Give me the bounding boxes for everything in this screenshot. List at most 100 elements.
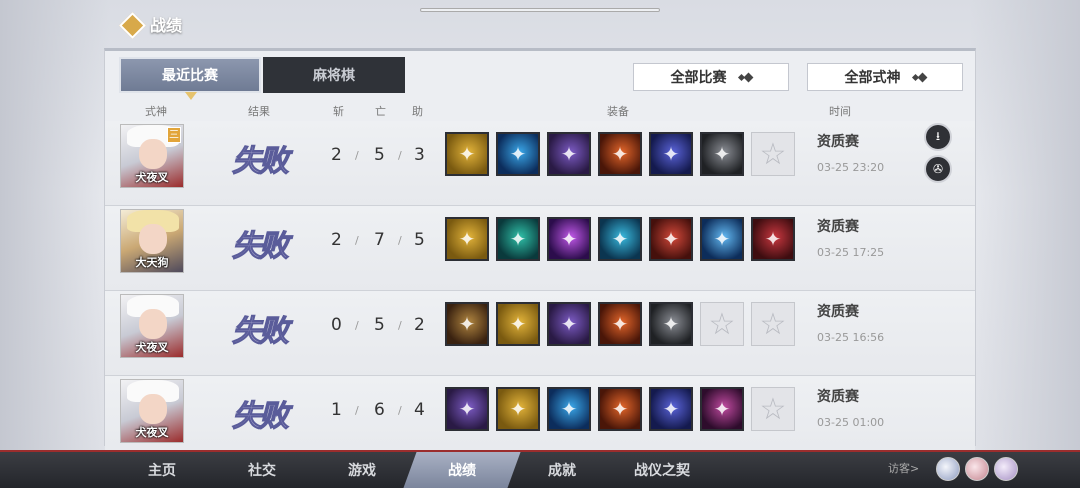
- equipment-icon: ✦: [458, 227, 476, 251]
- equipment-item[interactable]: ✦: [496, 217, 540, 261]
- nav-item-label: 主页: [148, 463, 176, 479]
- match-type: 资质赛: [817, 219, 859, 235]
- col-result: 结果: [248, 105, 270, 118]
- shikigami-name: 犬夜叉: [135, 341, 169, 354]
- shikigami-avatar[interactable]: 犬夜叉: [120, 379, 184, 443]
- match-row[interactable]: 犬夜叉 失败 1 / 6 / 4 ✦ ✦ ✦ ✦ ✦ ✦ ☆ 资质赛 03-25 01:00: [105, 376, 975, 461]
- equipment-slot-empty: ☆: [751, 132, 795, 176]
- equipment-item[interactable]: ✦: [547, 217, 591, 261]
- equipment-icon: ✦: [662, 142, 680, 166]
- match-filter-dropdown[interactable]: 全部比赛: [633, 63, 789, 91]
- shikigami-name: 犬夜叉: [135, 426, 169, 439]
- match-type: 资质赛: [817, 389, 859, 405]
- background-left-decoration: [0, 0, 110, 450]
- tab-mahjong[interactable]: 麻将棋: [263, 57, 405, 93]
- shikigami-avatar[interactable]: 大天狗: [120, 209, 184, 273]
- visitor-avatar[interactable]: [936, 457, 960, 481]
- shikigami-filter-label: 全部式神: [844, 70, 901, 86]
- equipment-item[interactable]: ✦: [496, 387, 540, 431]
- col-deaths: 亡: [375, 105, 386, 118]
- equipment-icon: ✦: [560, 397, 578, 421]
- kills-count: 2: [331, 230, 342, 250]
- equipment-item[interactable]: ✦: [445, 302, 489, 346]
- match-list: 三 犬夜叉 失败 2 / 5 / 3 ✦ ✦ ✦ ✦ ✦ ✦ ☆ 资质赛 03-25 23:…: [105, 121, 975, 461]
- equipment-item[interactable]: ✦: [547, 302, 591, 346]
- equipment-item[interactable]: ✦: [700, 217, 744, 261]
- equipment-item[interactable]: ✦: [547, 132, 591, 176]
- equipment-item[interactable]: ✦: [547, 387, 591, 431]
- equipment-item[interactable]: ✦: [496, 302, 540, 346]
- dropdown-arrow-icon: [911, 72, 927, 82]
- equipment-item[interactable]: ✦: [598, 132, 642, 176]
- tab-recent-matches[interactable]: 最近比赛: [119, 57, 261, 100]
- deaths-count: 5: [374, 145, 385, 165]
- equipment-icon: ✦: [713, 397, 731, 421]
- equipment-item[interactable]: ✦: [445, 132, 489, 176]
- kda-separator: /: [398, 234, 402, 247]
- equipment-list: ✦ ✦ ✦ ✦ ✦ ✦ ✦: [445, 217, 795, 261]
- replay-button[interactable]: ✇: [924, 155, 952, 183]
- nav-item-label: 战绩: [448, 463, 476, 479]
- shikigami-avatar[interactable]: 三 犬夜叉: [120, 124, 184, 188]
- deaths-count: 6: [374, 400, 385, 420]
- match-time: 03-25 17:25: [817, 246, 885, 259]
- match-result: 失败: [232, 144, 290, 180]
- nav-item[interactable]: 社交: [203, 452, 320, 488]
- equipment-item[interactable]: ✦: [649, 387, 693, 431]
- background-right-decoration: [970, 0, 1080, 450]
- equipment-item[interactable]: ✦: [700, 132, 744, 176]
- visitor-avatar[interactable]: [965, 457, 989, 481]
- equipment-icon: ✦: [509, 227, 527, 251]
- equipment-icon: ✦: [662, 397, 680, 421]
- equipment-item[interactable]: ✦: [700, 387, 744, 431]
- equipment-icon: ✦: [509, 397, 527, 421]
- match-row[interactable]: 大天狗 失败 2 / 7 / 5 ✦ ✦ ✦ ✦ ✦ ✦ ✦ 资质赛 03-25 17:25: [105, 206, 975, 291]
- film-reel-icon: ✇: [932, 162, 944, 176]
- star-icon: ☆: [759, 136, 787, 172]
- equipment-item[interactable]: ✦: [598, 302, 642, 346]
- match-history-panel: 最近比赛 麻将棋 全部比赛 全部式神 式神 结果 斩 亡 助 装备 时间 三 犬…: [104, 48, 976, 461]
- top-handle-bar: [420, 8, 660, 12]
- kda-separator: /: [398, 149, 402, 162]
- equipment-item[interactable]: ✦: [649, 217, 693, 261]
- equipment-icon: ✦: [458, 142, 476, 166]
- match-row[interactable]: 三 犬夜叉 失败 2 / 5 / 3 ✦ ✦ ✦ ✦ ✦ ✦ ☆ 资质赛 03-25 23:…: [105, 121, 975, 206]
- equipment-icon: ✦: [662, 227, 680, 251]
- equipment-item[interactable]: ✦: [649, 132, 693, 176]
- equipment-item[interactable]: ✦: [445, 387, 489, 431]
- col-kills: 斩: [333, 105, 344, 118]
- nav-item[interactable]: 战仪之契: [603, 452, 720, 488]
- equipment-icon: ✦: [509, 142, 527, 166]
- equipment-item[interactable]: ✦: [598, 217, 642, 261]
- shikigami-name: 犬夜叉: [135, 171, 169, 184]
- equipment-item[interactable]: ✦: [445, 217, 489, 261]
- match-result: 失败: [232, 399, 290, 435]
- nav-item-label: 成就: [548, 463, 576, 479]
- equipment-icon: ✦: [458, 397, 476, 421]
- download-icon: ⭳: [935, 128, 941, 143]
- page-title: 战绩: [150, 16, 183, 35]
- download-button[interactable]: ⭳: [924, 123, 952, 151]
- nav-item[interactable]: 成就: [503, 452, 620, 488]
- deaths-count: 7: [374, 230, 385, 250]
- deaths-count: 5: [374, 315, 385, 335]
- match-row[interactable]: 犬夜叉 失败 0 / 5 / 2 ✦ ✦ ✦ ✦ ✦ ☆ ☆ 资质赛 03-25 16:56: [105, 291, 975, 376]
- nav-item[interactable]: 主页: [103, 452, 220, 488]
- kda-separator: /: [398, 404, 402, 417]
- visitor-link[interactable]: 访客>: [888, 460, 919, 476]
- shikigami-avatar[interactable]: 犬夜叉: [120, 294, 184, 358]
- equipment-item[interactable]: ✦: [496, 132, 540, 176]
- avatar-face: [139, 309, 167, 339]
- nav-item[interactable]: 战绩: [403, 452, 521, 488]
- nav-item[interactable]: 游戏: [303, 452, 420, 488]
- shikigami-name: 大天狗: [135, 256, 169, 269]
- visitor-avatar[interactable]: [994, 457, 1018, 481]
- equipment-icon: ✦: [713, 227, 731, 251]
- equipment-item[interactable]: ✦: [649, 302, 693, 346]
- equipment-item[interactable]: ✦: [751, 217, 795, 261]
- kda-separator: /: [398, 319, 402, 332]
- shikigami-filter-dropdown[interactable]: 全部式神: [807, 63, 963, 91]
- col-equipment: 装备: [607, 105, 629, 118]
- match-time: 03-25 16:56: [817, 331, 885, 344]
- equipment-item[interactable]: ✦: [598, 387, 642, 431]
